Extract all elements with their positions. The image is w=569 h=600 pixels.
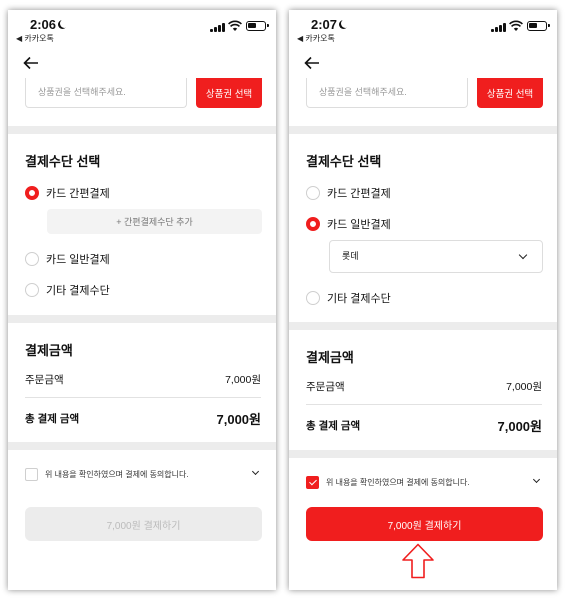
radio-unselected[interactable] [306,186,320,200]
payment-method-title: 결제수단 선택 [306,154,382,169]
back-to-app-link[interactable]: ◀ 카카오톡 [297,33,335,44]
status-time: 2:07 [311,17,338,32]
order-amount-label: 주문금액 [306,381,345,393]
agreement-text: 위 내용을 확인하였으며 결제에 동의합니다. [45,469,189,479]
total-amount-label: 총 결제 금액 [306,420,361,432]
agreement-row[interactable]: 위 내용을 확인하였으며 결제에 동의합니다. [25,466,261,482]
total-amount-value: 7,000원 [216,412,262,427]
arrow-up-outline-icon [402,543,434,579]
section-divider [289,126,557,134]
radio-unselected[interactable] [25,283,39,297]
total-amount-row: 총 결제 금액 7,000원 [25,409,261,428]
voucher-select-button[interactable]: 상품권 선택 [477,78,543,108]
payment-option-other[interactable]: 기타 결제수단 [306,289,391,307]
chevron-down-icon[interactable] [532,475,541,484]
voucher-input[interactable]: 상품권을 선택해주세요. [306,78,468,108]
signal-icon [210,22,226,32]
chevron-down-icon[interactable] [251,467,260,476]
amount-divider [306,404,542,405]
status-bar: 2:06 ◀ 카카오톡 [8,10,276,44]
payment-option-easy-card[interactable]: 카드 간편결제 [25,184,110,202]
payment-option-other[interactable]: 기타 결제수단 [25,281,110,299]
section-divider [289,450,557,458]
pay-button[interactable]: 7,000원 결제하기 [306,507,543,541]
order-amount-row: 주문금액 7,000원 [306,379,542,394]
payment-option-easy-card[interactable]: 카드 간편결제 [306,184,391,202]
payment-option-label: 카드 일반결제 [327,219,391,231]
chevron-down-icon [518,250,528,260]
section-divider [289,322,557,330]
payment-amount-title: 결제금액 [25,343,73,358]
order-amount-value: 7,000원 [506,381,542,393]
radio-unselected[interactable] [306,291,320,305]
order-amount-value: 7,000원 [225,374,261,386]
agreement-text: 위 내용을 확인하였으며 결제에 동의합니다. [326,477,470,487]
arrow-left-icon[interactable] [304,56,320,70]
pay-button[interactable]: 7,000원 결제하기 [25,507,262,541]
voucher-select-button[interactable]: 상품권 선택 [196,78,262,108]
phone-screen-left: 2:06 ◀ 카카오톡 상품권을 선택해주세요. 상품권 선택 결제수단 선택 … [8,10,276,590]
arrow-left-icon[interactable] [23,56,39,70]
agreement-row[interactable]: 위 내용을 확인하였으며 결제에 동의합니다. [306,474,542,490]
radio-selected[interactable] [306,217,320,231]
card-company-value: 롯데 [342,251,359,261]
voucher-input[interactable]: 상품권을 선택해주세요. [25,78,187,108]
payment-option-label: 기타 결제수단 [327,293,391,305]
card-company-select[interactable]: 롯데 [329,240,543,273]
order-amount-label: 주문금액 [25,374,64,386]
payment-option-label: 카드 일반결제 [46,254,110,266]
section-divider [8,442,276,450]
battery-icon [246,21,269,31]
agreement-checkbox[interactable] [306,475,319,489]
battery-icon [527,21,550,31]
phone-screen-right: 2:07 ◀ 카카오톡 상품권을 선택해주세요. 상품권 선택 결제수단 선택 … [289,10,557,590]
status-bar: 2:07 ◀ 카카오톡 [289,10,557,44]
moon-icon [60,19,69,28]
radio-unselected[interactable] [25,252,39,266]
total-amount-value: 7,000원 [497,419,543,434]
payment-option-label: 기타 결제수단 [46,285,110,297]
payment-method-title: 결제수단 선택 [25,154,101,169]
payment-option-general-card[interactable]: 카드 일반결제 [306,215,391,233]
payment-option-label: 카드 간편결제 [327,188,391,200]
agreement-checkbox[interactable] [25,467,38,481]
back-to-app-link[interactable]: ◀ 카카오톡 [16,33,54,44]
status-time: 2:06 [30,17,57,32]
radio-selected[interactable] [25,186,39,200]
total-amount-label: 총 결제 금액 [25,413,80,425]
payment-amount-title: 결제금액 [306,350,354,365]
wifi-icon [509,20,523,31]
order-amount-row: 주문금액 7,000원 [25,372,261,387]
section-divider [8,315,276,323]
section-divider [8,126,276,134]
total-amount-row: 총 결제 금액 7,000원 [306,416,542,435]
payment-option-label: 카드 간편결제 [46,188,110,200]
amount-divider [25,397,261,398]
signal-icon [491,22,507,32]
wifi-icon [228,20,242,31]
moon-icon [341,19,350,28]
payment-option-general-card[interactable]: 카드 일반결제 [25,250,110,268]
add-easy-payment-button[interactable]: + 간편결제수단 추가 [47,209,262,234]
